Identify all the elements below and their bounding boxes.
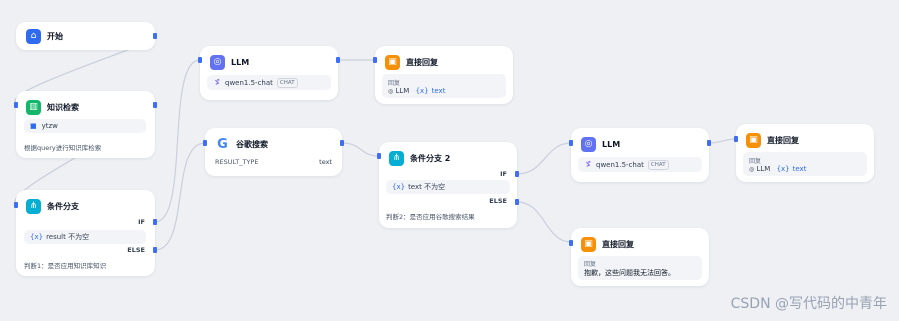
cond2-description: 判断2：是否应用谷歌搜索结果 (386, 213, 475, 221)
google-output-handle[interactable] (340, 140, 344, 146)
llm-source-icon: ◎ (749, 165, 755, 173)
cond1-description: 判断1：是否应用知识库知识 (24, 262, 107, 270)
llm2-output-handle[interactable] (707, 140, 711, 146)
watermark: CSDN @写代码的中青年 (730, 296, 887, 312)
llm-node-1[interactable]: ◎ LLM ゞ qwen1.5-chat CHAT (198, 46, 340, 100)
reply-icon: ▣ (385, 55, 400, 70)
edge-cond1-llm1 (154, 59, 201, 223)
llm-node-2[interactable]: ◎ LLM ゞ qwen1.5-chat CHAT (569, 128, 711, 182)
start-node-title: 开始 (47, 32, 63, 41)
qwen-logo-icon: ゞ (584, 160, 592, 169)
google-title: 谷歌搜索 (236, 140, 268, 149)
edge-cond2-llm2 (516, 142, 572, 175)
variable-icon: {x} (392, 183, 406, 191)
reply3-content[interactable]: 回复 抱歉，这些问题我无法回答。 (578, 256, 702, 280)
home-icon: ⌂ (26, 29, 41, 44)
variable-icon: {x} (776, 164, 790, 173)
cond2-condition[interactable]: {x} text 不为空 (386, 180, 510, 194)
knowledge-input-handle[interactable] (14, 102, 18, 108)
cond2-input-handle[interactable] (377, 153, 381, 159)
reply3-input-handle[interactable] (569, 240, 573, 246)
qwen-logo-icon: ゞ (213, 78, 221, 87)
reply3-answer-label: 回复 (584, 260, 597, 268)
reply2-input-handle[interactable] (734, 136, 738, 142)
condition-branch-node-1[interactable]: ⋔ 条件分支 IF {x} result 不为空 ELSE 判断1：是否应用知识… (14, 190, 157, 276)
google-output-name: RESULT_TYPE (215, 158, 259, 166)
reply2-answer-label: 回复 (749, 157, 762, 165)
llm2-mode-tag: CHAT (647, 159, 669, 170)
llm2-title: LLM (602, 140, 621, 149)
llm1-mode-tag: CHAT (276, 77, 298, 88)
direct-reply-node-1[interactable]: ▣ 直接回复 回复 ◎ LLM {x} text (373, 46, 513, 104)
llm2-model-chip[interactable]: ゞ qwen1.5-chat CHAT (578, 157, 702, 172)
start-output-handle[interactable] (153, 33, 157, 39)
cond2-if-handle[interactable] (515, 171, 519, 177)
direct-reply-node-2[interactable]: ▣ 直接回复 回复 ◎ LLM {x} text (734, 124, 874, 182)
cond1-title: 条件分支 (47, 202, 79, 211)
brain-icon: ◎ (210, 55, 225, 70)
brain-icon: ◎ (581, 137, 596, 152)
llm1-output-handle[interactable] (336, 57, 340, 63)
cond1-else-handle[interactable] (153, 247, 157, 253)
reply2-var: text (792, 164, 807, 173)
reply1-title: 直接回复 (406, 58, 438, 67)
edge-cond2-reply3 (516, 201, 572, 243)
llm1-model-name: qwen1.5-chat (225, 78, 273, 87)
llm2-input-handle[interactable] (569, 140, 573, 146)
reply-icon: ▣ (581, 237, 596, 252)
google-input-handle[interactable] (203, 140, 207, 146)
knowledge-output-handle[interactable] (153, 102, 157, 108)
llm2-model-name: qwen1.5-chat (596, 160, 644, 169)
google-output-type: text (319, 158, 332, 166)
cond1-else-label: ELSE (127, 246, 145, 254)
edge-google-cond2 (341, 142, 380, 157)
reply2-source: LLM (756, 164, 771, 173)
reply1-answer-label: 回复 (388, 79, 401, 87)
reply1-content[interactable]: 回复 ◎ LLM {x} text (382, 74, 506, 98)
cond1-condition-text: result 不为空 (46, 233, 90, 241)
reply3-title: 直接回复 (602, 240, 634, 249)
cond2-else-handle[interactable] (515, 199, 519, 205)
branch-icon: ⋔ (389, 151, 404, 166)
llm-source-icon: ◎ (388, 87, 394, 95)
reply-icon: ▣ (746, 133, 761, 148)
reply1-input-handle[interactable] (373, 57, 377, 63)
start-node[interactable]: ⌂ 开始 (16, 22, 157, 50)
cond1-if-handle[interactable] (153, 219, 157, 225)
cond1-condition[interactable]: {x} result 不为空 (24, 230, 146, 244)
llm1-model-chip[interactable]: ゞ qwen1.5-chat CHAT (207, 75, 331, 90)
google-icon: G (215, 137, 230, 152)
variable-icon: {x} (415, 86, 429, 95)
cond2-title: 条件分支 2 (410, 154, 451, 163)
reply2-title: 直接回复 (767, 136, 799, 145)
llm1-input-handle[interactable] (198, 57, 202, 63)
google-search-node[interactable]: G 谷歌搜索 RESULT_TYPE text (203, 128, 344, 176)
edge-cond1-google (154, 142, 206, 251)
folder-icon: ■ (30, 122, 37, 130)
cond2-else-label: ELSE (489, 197, 507, 205)
cond1-input-handle[interactable] (14, 202, 18, 208)
branch-icon: ⋔ (26, 199, 41, 214)
reply2-content[interactable]: 回复 ◎ LLM {x} text (743, 152, 867, 176)
llm1-title: LLM (231, 58, 250, 67)
reply1-var: text (431, 86, 446, 95)
dataset-chip[interactable]: ■ ytzw (24, 119, 146, 133)
variable-icon: {x} (30, 233, 44, 241)
cond2-if-label: IF (500, 170, 507, 178)
reply3-text: 抱歉，这些问题我无法回答。 (584, 268, 675, 277)
knowledge-description: 根据query进行知识库检索 (24, 144, 102, 152)
cond1-if-label: IF (138, 218, 145, 226)
cond2-condition-text: text 不为空 (408, 183, 446, 191)
dataset-name: ytzw (41, 122, 58, 130)
edge-llm2-reply2 (708, 138, 737, 144)
knowledge-node-title: 知识检索 (47, 103, 79, 112)
condition-branch-node-2[interactable]: ⋔ 条件分支 2 IF {x} text 不为空 ELSE 判断2：是否应用谷歌… (377, 142, 519, 228)
book-icon: ▥ (26, 100, 41, 115)
workflow-canvas[interactable]: ⌂ 开始 ▥ 知识检索 ■ ytzw 根据query进行知识库检索 ⋔ 条件分支… (0, 0, 899, 321)
direct-reply-node-3[interactable]: ▣ 直接回复 回复 抱歉，这些问题我无法回答。 (569, 228, 709, 286)
knowledge-retrieval-node[interactable]: ▥ 知识检索 ■ ytzw 根据query进行知识库检索 (14, 91, 157, 158)
reply1-source: LLM (395, 86, 410, 95)
